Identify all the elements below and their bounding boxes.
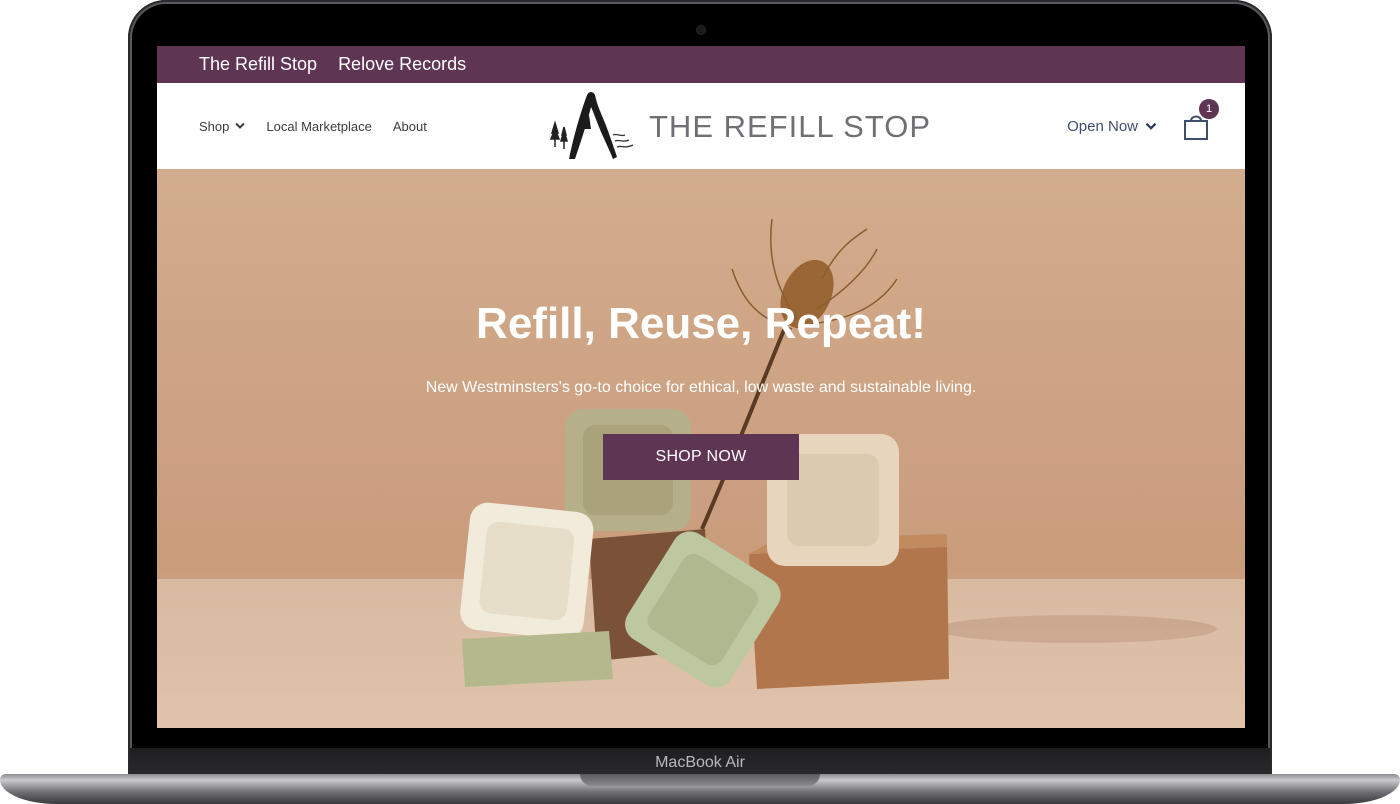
nav-menu: Shop Local Marketplace About xyxy=(199,83,427,169)
nav-item-local-marketplace-label: Local Marketplace xyxy=(266,118,372,134)
camera-icon xyxy=(697,26,705,34)
nav-item-about[interactable]: About xyxy=(393,119,427,134)
chevron-down-icon xyxy=(1145,122,1157,130)
nav-utilities: Open Now 1 xyxy=(1067,83,1219,169)
cart-button[interactable]: 1 xyxy=(1183,99,1219,141)
cart-count-badge: 1 xyxy=(1199,99,1219,119)
top-link-relove-records[interactable]: Relove Records xyxy=(338,54,466,75)
hero-title: Refill, Reuse, Repeat! xyxy=(476,299,926,348)
mountain-logo-icon xyxy=(549,92,634,159)
logo-wordmark: THE REFILL STOP xyxy=(649,109,932,144)
site-logo[interactable]: THE REFILL STOP xyxy=(543,89,931,165)
main-nav: Shop Local Marketplace About THE REFILL … xyxy=(157,83,1245,169)
hero-subtitle: New Westminsters's go-to choice for ethi… xyxy=(425,379,977,396)
store-hours-dropdown[interactable]: Open Now xyxy=(1067,118,1157,135)
top-link-refill-stop[interactable]: The Refill Stop xyxy=(199,54,317,75)
nav-item-about-label: About xyxy=(392,118,427,134)
browser-viewport: The Refill Stop Relove Records Shop Loca… xyxy=(157,46,1245,728)
laptop-notch xyxy=(580,774,820,786)
nav-item-local-marketplace[interactable]: Local Marketplace xyxy=(266,119,372,134)
chevron-down-icon xyxy=(235,122,246,129)
shop-now-button[interactable]: SHOP NOW xyxy=(603,434,799,480)
hero-banner: Refill, Reuse, Repeat! New Westminsters'… xyxy=(157,169,1245,728)
nav-item-shop[interactable]: Shop xyxy=(199,118,246,134)
store-status-label: Open Now xyxy=(1067,117,1138,135)
nav-item-shop-label: Shop xyxy=(199,118,230,134)
top-site-bar: The Refill Stop Relove Records xyxy=(157,46,1245,83)
